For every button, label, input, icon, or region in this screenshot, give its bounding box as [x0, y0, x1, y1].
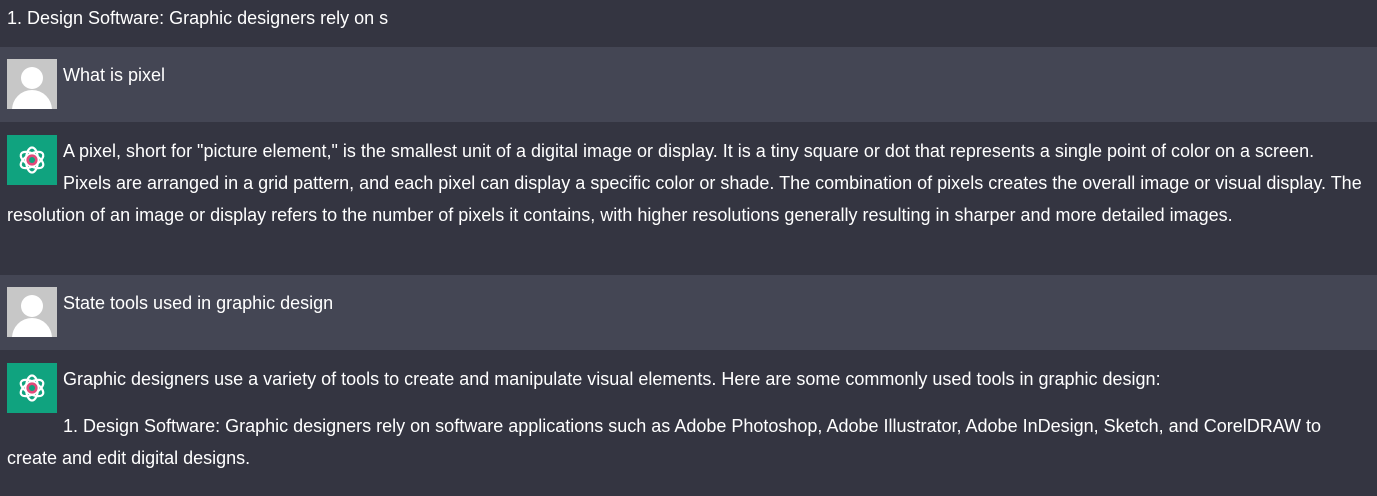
- user-message: State tools used in graphic design: [0, 275, 1377, 350]
- assistant-message: A pixel, short for "picture element," is…: [0, 122, 1377, 275]
- message-paragraph: 1. Design Software: Graphic designers re…: [7, 416, 1322, 468]
- user-avatar-icon: [7, 59, 57, 109]
- message-text: State tools used in graphic design: [63, 293, 334, 313]
- message-text: 1. Design Software: Graphic designers re…: [7, 8, 389, 28]
- assistant-message-truncated: 1. Design Software: Graphic designers re…: [0, 0, 1377, 47]
- chat-thread: 1. Design Software: Graphic designers re…: [0, 0, 1377, 496]
- user-avatar-icon: [7, 287, 57, 337]
- assistant-message: Graphic designers use a variety of tools…: [0, 350, 1377, 496]
- openai-logo-icon: [7, 363, 57, 413]
- openai-logo-icon: [7, 135, 57, 185]
- user-message: What is pixel: [0, 47, 1377, 122]
- message-paragraph: Graphic designers use a variety of tools…: [63, 369, 1161, 389]
- message-text: What is pixel: [63, 65, 166, 85]
- message-text: A pixel, short for "picture element," is…: [7, 141, 1362, 225]
